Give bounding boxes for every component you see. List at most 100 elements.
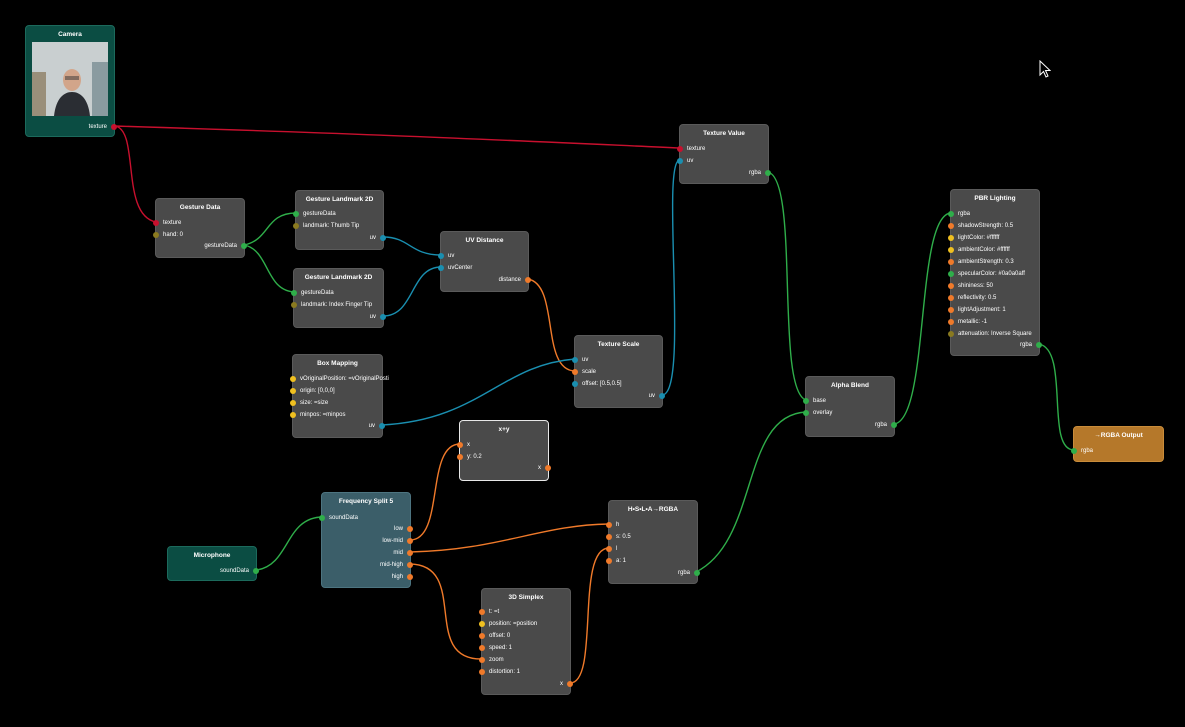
port-rgba[interactable]: rgba bbox=[1071, 446, 1093, 456]
gesture-data-node[interactable]: Gesture Data texture hand: 0 gestureData bbox=[153, 198, 247, 258]
port-gesturedata[interactable]: gestureData bbox=[204, 241, 247, 251]
port-dot[interactable] bbox=[380, 235, 386, 241]
port-x[interactable]: x bbox=[560, 679, 573, 689]
port-dot[interactable] bbox=[545, 465, 551, 471]
port-dot[interactable] bbox=[948, 331, 954, 337]
port-dot[interactable] bbox=[1071, 448, 1077, 454]
port-position[interactable]: position: =position bbox=[479, 619, 537, 629]
port-dot[interactable] bbox=[407, 574, 413, 580]
port-dot[interactable] bbox=[457, 442, 463, 448]
port-dot[interactable] bbox=[407, 562, 413, 568]
port-shininess[interactable]: shininess: 50 bbox=[948, 281, 993, 291]
port-dot[interactable] bbox=[948, 307, 954, 313]
port-offset[interactable]: offset: [0.5,0.5] bbox=[572, 379, 622, 389]
uv-distance-node[interactable]: UV Distance uv uvCenter distance bbox=[438, 231, 531, 292]
port-gesturedata[interactable]: gestureData bbox=[293, 209, 336, 219]
port-landmark[interactable]: landmark: Thumb Tip bbox=[293, 221, 359, 231]
port-t[interactable]: t: =t bbox=[479, 607, 499, 617]
port-dot[interactable] bbox=[803, 410, 809, 416]
port-dot[interactable] bbox=[479, 657, 485, 663]
port-dot[interactable] bbox=[379, 423, 385, 429]
port-sounddata[interactable]: soundData bbox=[220, 566, 259, 576]
port-dot[interactable] bbox=[1036, 342, 1042, 348]
port-dot[interactable] bbox=[457, 454, 463, 460]
port-mid[interactable]: mid bbox=[393, 548, 413, 558]
port-texture[interactable]: texture bbox=[89, 122, 117, 132]
gesture-landmark-node-1[interactable]: Gesture Landmark 2D gestureData landmark… bbox=[293, 190, 386, 250]
port-rgba[interactable]: rgba bbox=[875, 420, 897, 430]
hsla-to-rgba-node[interactable]: H•S•L•A→RGBA h s: 0.5 l a: 1 rgba bbox=[606, 500, 700, 584]
port-size[interactable]: size: =size bbox=[290, 398, 328, 408]
port-dot[interactable] bbox=[606, 534, 612, 540]
port-dot[interactable] bbox=[948, 223, 954, 229]
port-dot[interactable] bbox=[948, 319, 954, 325]
port-distance[interactable]: distance bbox=[499, 275, 531, 285]
alpha-blend-node[interactable]: Alpha Blend base overlay rgba bbox=[803, 376, 897, 437]
port-uv[interactable]: uv bbox=[438, 251, 454, 261]
port-low-mid[interactable]: low-mid bbox=[382, 536, 413, 546]
port-dot[interactable] bbox=[438, 253, 444, 259]
microphone-node[interactable]: Microphone soundData bbox=[167, 546, 259, 581]
port-dot[interactable] bbox=[290, 388, 296, 394]
port-rgba[interactable]: rgba bbox=[678, 568, 700, 578]
port-dot[interactable] bbox=[572, 369, 578, 375]
port-reflectivity[interactable]: reflectivity: 0.5 bbox=[948, 293, 996, 303]
pbr-lighting-node[interactable]: PBR Lighting rgba shadowStrength: 0.5 li… bbox=[948, 189, 1042, 356]
port-rgba-out[interactable]: rgba bbox=[1020, 340, 1042, 350]
port-dot[interactable] bbox=[479, 633, 485, 639]
camera-node[interactable]: Camera texture bbox=[25, 25, 117, 137]
port-dot[interactable] bbox=[803, 398, 809, 404]
port-ambientcolor[interactable]: ambientColor: #ffffff bbox=[948, 245, 1010, 255]
port-y[interactable]: y: 0.2 bbox=[457, 452, 482, 462]
port-dot[interactable] bbox=[948, 247, 954, 253]
port-overlay[interactable]: overlay bbox=[803, 408, 832, 418]
port-dot[interactable] bbox=[677, 158, 683, 164]
port-dot[interactable] bbox=[606, 558, 612, 564]
port-dot[interactable] bbox=[111, 124, 117, 130]
port-texture[interactable]: texture bbox=[677, 144, 705, 154]
port-dot[interactable] bbox=[293, 211, 299, 217]
port-dot[interactable] bbox=[407, 526, 413, 532]
port-dot[interactable] bbox=[948, 259, 954, 265]
port-sounddata[interactable]: soundData bbox=[319, 513, 358, 523]
port-dot[interactable] bbox=[606, 546, 612, 552]
port-dot[interactable] bbox=[290, 376, 296, 382]
port-origin[interactable]: origin: [0,0,0] bbox=[290, 386, 335, 396]
port-specularcolor[interactable]: specularColor: #0a0a0aff bbox=[948, 269, 1025, 279]
port-shadowstrength[interactable]: shadowStrength: 0.5 bbox=[948, 221, 1013, 231]
port-speed[interactable]: speed: 1 bbox=[479, 643, 512, 653]
port-dot[interactable] bbox=[291, 302, 297, 308]
x-plus-y-node[interactable]: x+y x y: 0.2 x bbox=[457, 420, 551, 481]
port-rgba[interactable]: rgba bbox=[948, 209, 970, 219]
port-offset[interactable]: offset: 0 bbox=[479, 631, 510, 641]
port-landmark[interactable]: landmark: Index Finger Tip bbox=[291, 300, 372, 310]
texture-value-node[interactable]: Texture Value texture uv rgba bbox=[677, 124, 771, 184]
port-dot[interactable] bbox=[153, 232, 159, 238]
box-mapping-node[interactable]: Box Mapping vOriginalPosition: =vOrigina… bbox=[290, 354, 389, 438]
port-dot[interactable] bbox=[891, 422, 897, 428]
port-dot[interactable] bbox=[677, 146, 683, 152]
port-uv[interactable]: uv bbox=[370, 312, 386, 322]
port-scale[interactable]: scale bbox=[572, 367, 596, 377]
port-uvcenter[interactable]: uvCenter bbox=[438, 263, 472, 273]
port-rgba[interactable]: rgba bbox=[749, 168, 771, 178]
port-uv-out[interactable]: uv bbox=[649, 391, 665, 401]
gesture-landmark-node-2[interactable]: Gesture Landmark 2D gestureData landmark… bbox=[291, 268, 386, 328]
port-dot[interactable] bbox=[479, 609, 485, 615]
port-dot[interactable] bbox=[407, 550, 413, 556]
port-uv[interactable]: uv bbox=[677, 156, 693, 166]
port-x-out[interactable]: x bbox=[538, 463, 551, 473]
port-l[interactable]: l bbox=[606, 544, 617, 554]
frequency-split-node[interactable]: Frequency Split 5 soundData low low-mid … bbox=[319, 492, 413, 588]
port-dot[interactable] bbox=[765, 170, 771, 176]
port-uv[interactable]: uv bbox=[370, 233, 386, 243]
port-dot[interactable] bbox=[407, 538, 413, 544]
port-lightcolor[interactable]: lightColor: #ffffff bbox=[948, 233, 999, 243]
port-ambientstrength[interactable]: ambientStrength: 0.3 bbox=[948, 257, 1014, 267]
port-attenuation[interactable]: attenuation: Inverse Square bbox=[948, 329, 1032, 339]
port-dot[interactable] bbox=[567, 681, 573, 687]
rgba-output-node[interactable]: →RGBA Output rgba bbox=[1071, 426, 1164, 462]
port-zoom[interactable]: zoom bbox=[479, 655, 504, 665]
texture-scale-node[interactable]: Texture Scale uv scale offset: [0.5,0.5]… bbox=[572, 335, 665, 408]
port-dot[interactable] bbox=[948, 235, 954, 241]
